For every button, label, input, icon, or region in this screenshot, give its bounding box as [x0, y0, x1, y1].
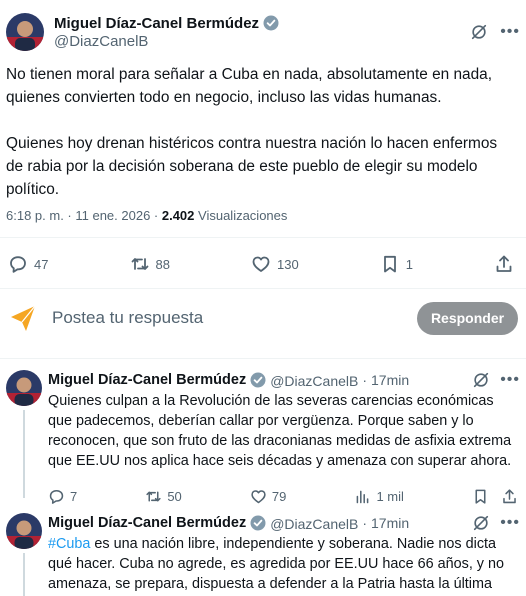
heart-icon — [251, 489, 266, 503]
verified-badge-icon — [263, 15, 279, 31]
main-tweet-header: Miguel Díaz-Canel Bermúdez @DiazCanelB •… — [6, 12, 520, 52]
user-avatar-icon[interactable] — [8, 303, 38, 333]
views-label: Visualizaciones — [194, 208, 288, 223]
verified-badge-icon — [250, 372, 266, 388]
reply-author-handle[interactable]: @DiazCanelB — [270, 373, 358, 389]
reply-text-body: es una nación libre, independiente y sob… — [48, 536, 505, 592]
reply-time[interactable]: 17min — [371, 515, 409, 531]
divider — [0, 237, 526, 238]
repost-icon — [131, 258, 148, 270]
reply-text: Quienes culpan a la Revolución de las se… — [48, 393, 512, 469]
tweet-timestamp[interactable]: 6:18 p. m. · 11 ene. 2026 · — [6, 208, 162, 223]
reply-composer: Postea tu respuesta Responder — [6, 296, 518, 340]
repost-count: 88 — [155, 256, 170, 272]
heart-icon — [252, 256, 270, 272]
bookmark-stat[interactable]: 1 — [380, 254, 413, 274]
reply-tweet[interactable]: Miguel Díaz-Canel Bermúdez @DiazCanelB ·… — [6, 370, 520, 504]
views-chart-icon — [357, 490, 369, 503]
share-stat[interactable] — [494, 254, 514, 274]
reply-icon — [10, 256, 26, 273]
tweet-stats-bar: 47 88 130 1 — [8, 252, 514, 276]
repost-stat[interactable]: 88 — [130, 254, 170, 274]
reply-stat[interactable]: 7 — [48, 488, 77, 505]
avatar[interactable] — [6, 13, 44, 51]
reply-tweet[interactable]: Miguel Díaz-Canel Bermúdez @DiazCanelB ·… — [6, 513, 520, 596]
avatar[interactable] — [6, 513, 42, 549]
tweet-paragraph-2: Quienes hoy drenan histéricos contra nue… — [6, 135, 498, 198]
share-icon — [496, 255, 512, 272]
thread-line — [23, 553, 25, 596]
reply-icon — [49, 489, 64, 504]
hashtag-link[interactable]: #Cuba — [48, 536, 90, 552]
repost-stat[interactable]: 50 — [145, 488, 182, 505]
bookmark-count: 1 — [405, 256, 413, 272]
tweet-meta: 6:18 p. m. · 11 ene. 2026 · 2.402 Visual… — [6, 208, 287, 223]
divider — [0, 288, 526, 289]
like-stat[interactable]: 79 — [250, 488, 286, 505]
reply-count: 7 — [70, 488, 78, 504]
tweet-paragraph-1: No tienen moral para señalar a Cuba en n… — [6, 66, 492, 106]
reply-text: #Cuba es una nación libre, independiente… — [48, 534, 520, 596]
more-options-icon[interactable]: ••• — [500, 372, 520, 388]
reply-stats-bar: 7 50 79 1 mil — [48, 485, 520, 507]
views-stat[interactable]: 1 mil — [354, 488, 404, 505]
separator-dot: · — [362, 515, 368, 531]
tweet-text: No tienen moral para señalar a Cuba en n… — [6, 63, 518, 224]
reply-author-handle[interactable]: @DiazCanelB — [270, 516, 358, 532]
divider — [0, 358, 526, 359]
views-count: 2.402 — [161, 208, 195, 223]
reply-button[interactable]: Responder — [417, 301, 518, 335]
verified-badge-icon — [250, 515, 266, 531]
grok-icon[interactable] — [472, 371, 490, 389]
reply-time[interactable]: 17min — [371, 372, 409, 388]
like-count: 79 — [271, 488, 287, 504]
views-count: 1 mil — [376, 488, 404, 504]
reply-author-name[interactable]: Miguel Díaz-Canel Bermúdez — [48, 372, 246, 388]
reply-stat[interactable]: 47 — [8, 254, 48, 274]
more-options-icon[interactable]: ••• — [500, 515, 520, 531]
bookmark-icon[interactable] — [472, 488, 489, 505]
bookmark-icon — [383, 255, 396, 273]
author-handle[interactable]: @DiazCanelB — [54, 33, 279, 50]
like-count: 130 — [277, 256, 299, 272]
reply-input[interactable]: Postea tu respuesta — [52, 308, 203, 328]
author-name[interactable]: Miguel Díaz-Canel Bermúdez — [54, 15, 259, 32]
repost-count: 50 — [167, 488, 182, 504]
thread-line — [23, 410, 25, 498]
grok-icon[interactable] — [472, 514, 490, 532]
avatar[interactable] — [6, 370, 42, 406]
more-options-icon[interactable]: ••• — [500, 24, 520, 40]
reply-count: 47 — [34, 256, 49, 272]
repost-icon — [146, 490, 161, 502]
separator-dot: · — [362, 372, 368, 388]
like-stat[interactable]: 130 — [251, 254, 299, 274]
grok-icon[interactable] — [470, 23, 488, 41]
reply-author-name[interactable]: Miguel Díaz-Canel Bermúdez — [48, 515, 246, 531]
share-icon[interactable] — [501, 488, 518, 505]
